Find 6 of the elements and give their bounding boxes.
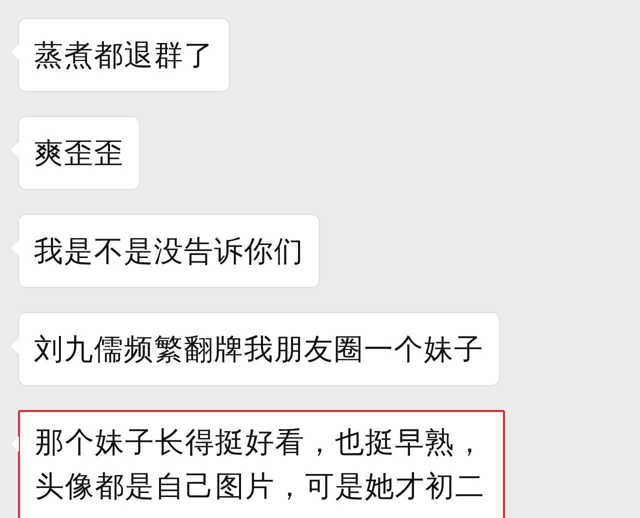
message-text: 我是不是没告诉你们 <box>34 233 304 270</box>
message-text: 爽歪歪 <box>34 135 124 172</box>
message-text: 刘九儒频繁翻牌我朋友圈一个妹子 <box>34 331 484 368</box>
message-text: 那个妹子长得挺好看，也挺早熟， <box>35 424 485 461</box>
message-text: 头像都是自己图片，可是她才初二 <box>35 468 485 505</box>
message-text: 蒸煮都退群了 <box>34 37 214 74</box>
